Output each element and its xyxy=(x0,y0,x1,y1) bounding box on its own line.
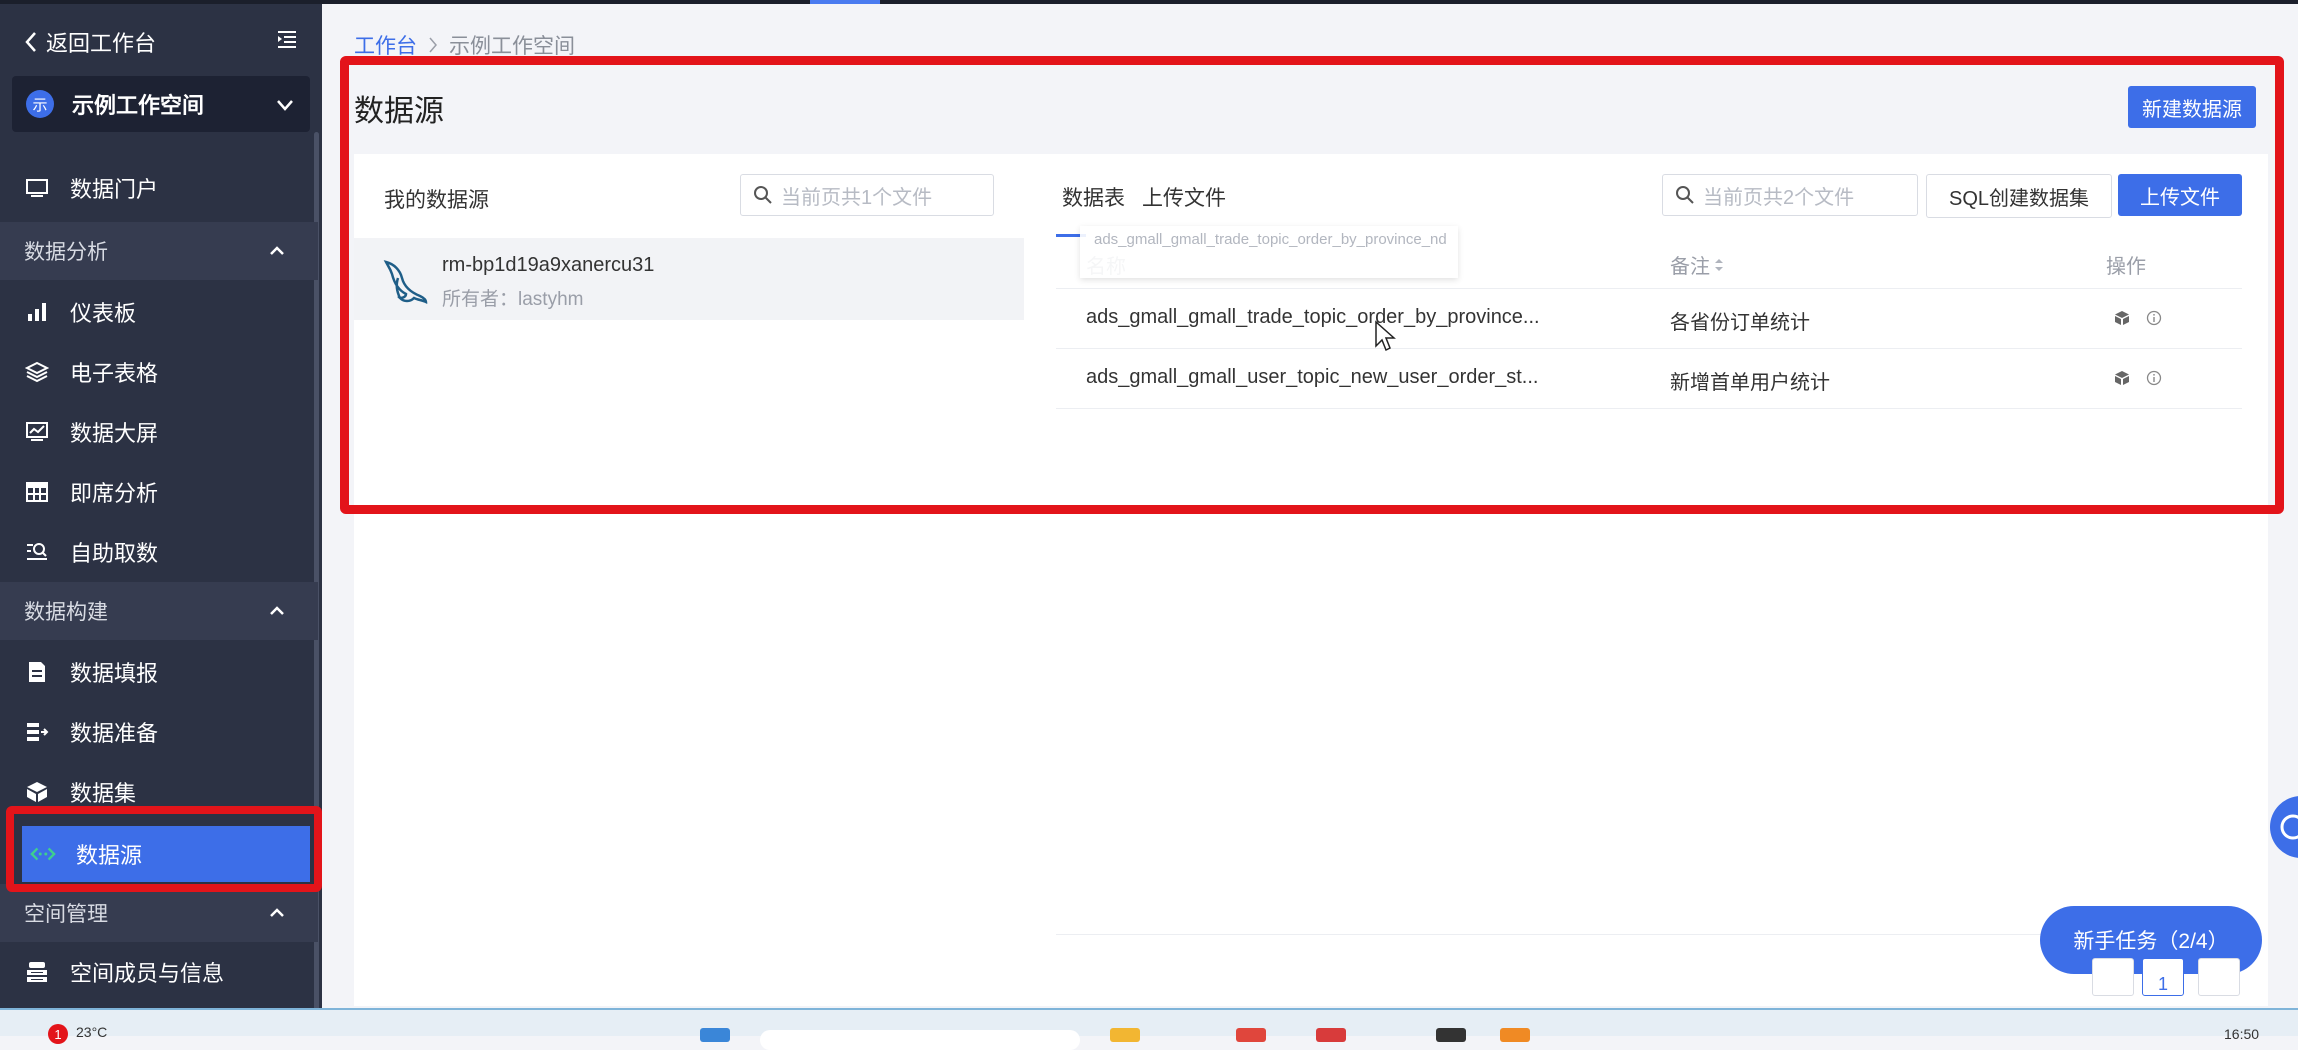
search-list-icon xyxy=(24,539,50,565)
back-to-workbench-link[interactable]: 返回工作台 xyxy=(24,26,156,58)
sidebar-item-label: 仪表板 xyxy=(70,301,137,326)
chevron-up-icon xyxy=(270,246,284,255)
help-icon xyxy=(2280,814,2298,840)
sidebar-item-label: 数据集 xyxy=(70,781,137,806)
weather-alert-badge: 1 xyxy=(48,1024,68,1044)
sidebar-item-label: 即席分析 xyxy=(70,481,159,506)
browser-app-icon[interactable] xyxy=(1236,1028,1266,1042)
mouse-cursor-icon xyxy=(1375,320,1396,352)
sidebar-group-space-management[interactable]: 空间管理 xyxy=(0,884,318,942)
sidebar-item-data-screen[interactable]: 数据大屏 xyxy=(0,404,318,460)
cube-icon xyxy=(24,779,50,805)
members-icon xyxy=(24,959,50,985)
chevron-up-icon xyxy=(270,908,284,917)
taskbar-search-box[interactable] xyxy=(760,1030,1080,1050)
pagination-next-button[interactable] xyxy=(2198,958,2240,996)
bar-chart-icon xyxy=(24,299,50,325)
sidebar-item-label: 自助取数 xyxy=(70,541,159,566)
start-menu-icon[interactable] xyxy=(700,1028,730,1042)
app-icon-red[interactable] xyxy=(1316,1028,1346,1042)
workspace-avatar: 示 xyxy=(26,90,54,118)
sidebar-item-label: 数据填报 xyxy=(70,661,159,686)
terminal-app-icon[interactable] xyxy=(1436,1028,1466,1042)
highlight-box-main xyxy=(340,56,2284,514)
layers-icon xyxy=(24,359,50,385)
workspace-selector[interactable]: 示 示例工作空间 xyxy=(12,76,310,132)
sidebar-item-label: 数据门户 xyxy=(70,177,159,202)
sidebar-group-data-build[interactable]: 数据构建 xyxy=(0,582,318,640)
file-explorer-icon[interactable] xyxy=(1110,1028,1140,1042)
sidebar-group-label: 数据分析 xyxy=(24,241,108,264)
os-taskbar: 1 23°C 16:50 xyxy=(0,1008,2298,1050)
collapse-menu-icon[interactable] xyxy=(276,28,298,50)
sidebar-item-space-members[interactable]: 空间成员与信息 xyxy=(0,944,318,1000)
sidebar-item-data-portal[interactable]: 数据门户 xyxy=(0,160,318,216)
pagination-page-1[interactable]: 1 xyxy=(2142,958,2184,996)
sidebar-item-adhoc-analysis[interactable]: 即席分析 xyxy=(0,464,318,520)
chevron-up-icon xyxy=(270,606,284,615)
active-tab-indicator xyxy=(810,0,880,4)
chevron-left-icon xyxy=(25,32,36,52)
weather-temperature[interactable]: 23°C xyxy=(76,1024,107,1040)
chevron-down-icon xyxy=(277,100,293,111)
highlight-box-sidebar xyxy=(6,806,322,892)
taskbar-clock[interactable]: 16:50 xyxy=(2224,1026,2259,1042)
sidebar-item-spreadsheet[interactable]: 电子表格 xyxy=(0,344,318,400)
sidebar-item-self-service-query[interactable]: 自助取数 xyxy=(0,524,318,580)
sidebar-item-label: 数据大屏 xyxy=(70,421,159,446)
monitor-icon xyxy=(24,175,50,201)
sidebar-group-label: 空间管理 xyxy=(24,903,108,926)
sidebar-item-label: 电子表格 xyxy=(70,361,159,386)
chevron-right-icon xyxy=(429,37,437,53)
app-icon-orange[interactable] xyxy=(1500,1028,1530,1042)
data-flow-icon xyxy=(24,719,50,745)
workspace-name: 示例工作空间 xyxy=(72,93,205,118)
pagination-prev-button[interactable] xyxy=(2092,958,2134,996)
help-float-button[interactable] xyxy=(2270,796,2298,858)
grid-table-icon xyxy=(24,479,50,505)
sidebar-item-label: 空间成员与信息 xyxy=(70,961,225,986)
sidebar-item-data-fill[interactable]: 数据填报 xyxy=(0,644,318,700)
sidebar-item-dashboard[interactable]: 仪表板 xyxy=(0,284,318,340)
screen-chart-icon xyxy=(24,419,50,445)
sidebar-item-data-prep[interactable]: 数据准备 xyxy=(0,704,318,760)
sidebar-group-data-analysis[interactable]: 数据分析 xyxy=(0,222,318,280)
sidebar-item-label: 数据准备 xyxy=(70,721,159,746)
window-top-strip xyxy=(0,0,2298,4)
back-label: 返回工作台 xyxy=(46,31,157,56)
sidebar-group-label: 数据构建 xyxy=(24,601,108,624)
form-document-icon xyxy=(24,659,50,685)
